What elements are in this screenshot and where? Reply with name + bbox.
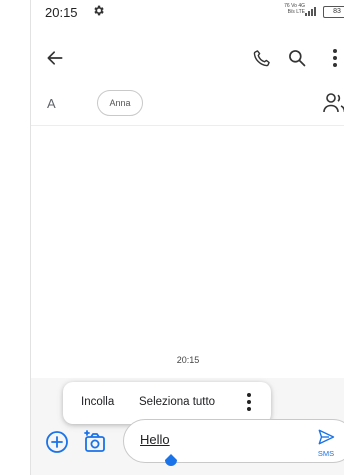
group-add-icon[interactable] (323, 92, 344, 114)
more-vert-icon (333, 49, 337, 67)
recipient-chip[interactable]: Anna (97, 90, 143, 116)
search-button[interactable] (283, 44, 311, 72)
recipient-avatar-letter: A (47, 96, 56, 111)
text-selection-menu: Incolla Seleziona tutto (63, 382, 271, 424)
search-icon (289, 50, 306, 67)
signal-icon (305, 7, 316, 16)
send-label: SMS (317, 449, 335, 458)
cursor-handle-icon[interactable] (164, 454, 178, 468)
app-bar (31, 38, 344, 78)
message-timestamp: 20:15 (176, 355, 200, 365)
recipient-bar: A Anna (31, 86, 344, 120)
back-button[interactable] (41, 44, 69, 72)
add-attachment-icon[interactable] (45, 430, 69, 454)
paste-menu-item[interactable]: Incolla (81, 396, 114, 408)
network-type: B/s LTE (287, 9, 305, 15)
phone-screen: 20:15 76 Vo 4G B/s LTE 83 A Anna 20:15 I… (30, 0, 344, 475)
send-icon (318, 429, 335, 445)
status-bar: 20:15 76 Vo 4G B/s LTE 83 (31, 0, 344, 26)
arrow-left-icon (47, 51, 63, 65)
battery-icon: 83 (323, 6, 344, 18)
phone-icon (253, 50, 270, 67)
status-time: 20:15 (45, 5, 78, 20)
call-button[interactable] (248, 44, 276, 72)
send-sms-button[interactable]: SMS (314, 428, 338, 458)
camera-icon[interactable] (83, 428, 107, 454)
message-compose-field[interactable]: Hello SMS (123, 419, 344, 466)
compose-text[interactable]: Hello (140, 432, 170, 447)
conversation-area (31, 126, 344, 376)
more-options-button[interactable] (321, 44, 344, 72)
gear-icon (94, 5, 104, 16)
network-indicator: 76 Vo 4G B/s LTE (277, 3, 305, 15)
select-all-menu-item[interactable]: Seleziona tutto (139, 396, 215, 408)
more-vert-icon[interactable] (243, 391, 255, 413)
